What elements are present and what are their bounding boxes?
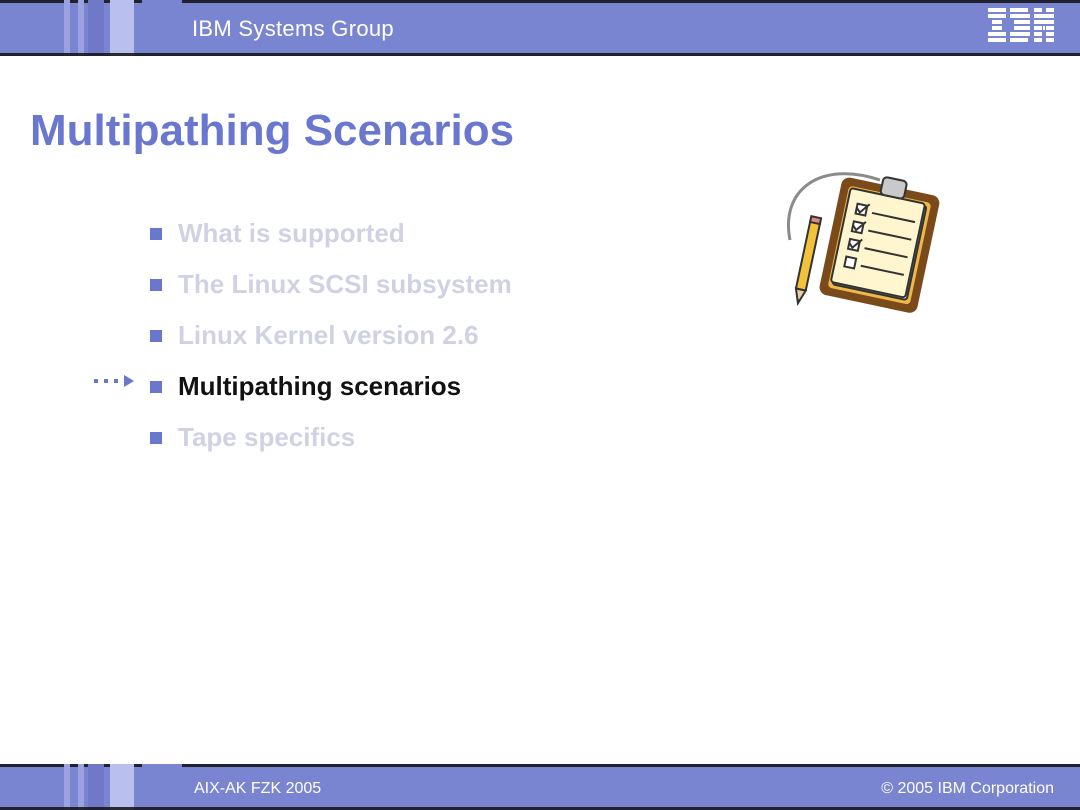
footer-right-label: © 2005 IBM Corporation [881,780,1054,798]
agenda-item: Tape specifics [150,422,512,453]
bullet-icon [150,330,162,342]
page-title: Multipathing Scenarios [30,106,514,156]
bullet-icon [150,432,162,444]
agenda-item-label: Tape specifics [178,422,355,453]
agenda-item: Linux Kernel version 2.6 [150,320,512,351]
bullet-icon [150,279,162,291]
header-bar: IBM Systems Group [0,0,1080,56]
header-group-label: IBM Systems Group [192,16,394,42]
agenda-item-label: Multipathing scenarios [178,371,461,402]
agenda-item-active: Multipathing scenarios [150,371,512,402]
agenda-list: What is supported The Linux SCSI subsyst… [150,218,512,473]
bullet-icon [150,228,162,240]
agenda-item-label: Linux Kernel version 2.6 [178,320,479,351]
slide: IBM Systems Group Mu [0,0,1080,810]
bullet-icon [150,381,162,393]
ibm-logo-icon [988,8,1054,53]
agenda-item-label: The Linux SCSI subsystem [178,269,512,300]
clipboard-icon [760,150,950,335]
footer-decoration [64,764,182,810]
agenda-item: What is supported [150,218,512,249]
agenda-item: The Linux SCSI subsystem [150,269,512,300]
agenda-item-label: What is supported [178,218,405,249]
header-decoration [64,0,182,56]
footer-bar: AIX-AK FZK 2005 © 2005 IBM Corporation [0,764,1080,810]
footer-left-label: AIX-AK FZK 2005 [194,780,321,798]
current-pointer-icon [94,375,134,387]
